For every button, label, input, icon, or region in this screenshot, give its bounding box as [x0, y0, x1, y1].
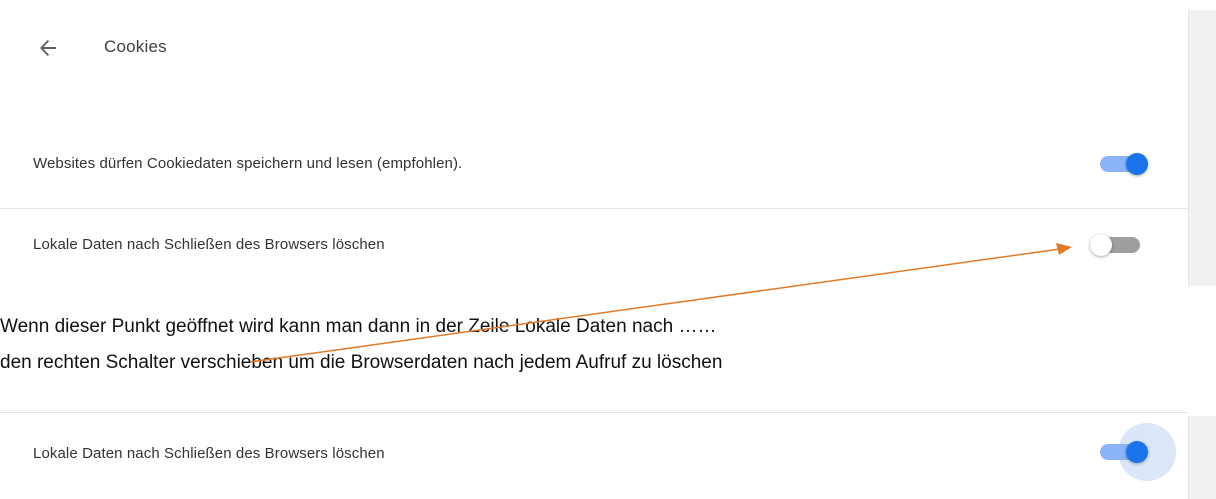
back-button[interactable] [32, 32, 64, 64]
toggle-knob [1090, 234, 1112, 256]
toggle-knob [1126, 441, 1148, 463]
page-title: Cookies [104, 37, 167, 56]
row-divider [0, 208, 1188, 209]
allow-cookies-toggle[interactable] [1092, 146, 1152, 182]
after-state-panel: Lokale Daten nach Schließen des Browsers… [0, 412, 1190, 499]
scrollbar[interactable] [1188, 416, 1216, 499]
row-divider [0, 412, 1188, 413]
clear-on-exit-toggle-enabled[interactable] [1092, 423, 1176, 481]
annotation-line-2: den rechten Schalter verschieben um die … [0, 352, 723, 373]
setting-label-allow-cookies: Websites dürfen Cookiedaten speichern un… [33, 155, 463, 172]
scrollbar[interactable] [1188, 10, 1216, 286]
setting-label-clear-on-exit-after: Lokale Daten nach Schließen des Browsers… [33, 445, 385, 462]
cookies-settings-panel: Cookies Websites dürfen Cookiedaten spei… [0, 0, 1190, 285]
setting-label-clear-on-exit: Lokale Daten nach Schließen des Browsers… [33, 236, 385, 253]
arrow-left-icon [40, 40, 56, 56]
toggle-knob [1126, 153, 1148, 175]
annotation-line-1: Wenn dieser Punkt geöffnet wird kann man… [0, 316, 717, 337]
clear-on-exit-toggle[interactable] [1088, 227, 1148, 263]
